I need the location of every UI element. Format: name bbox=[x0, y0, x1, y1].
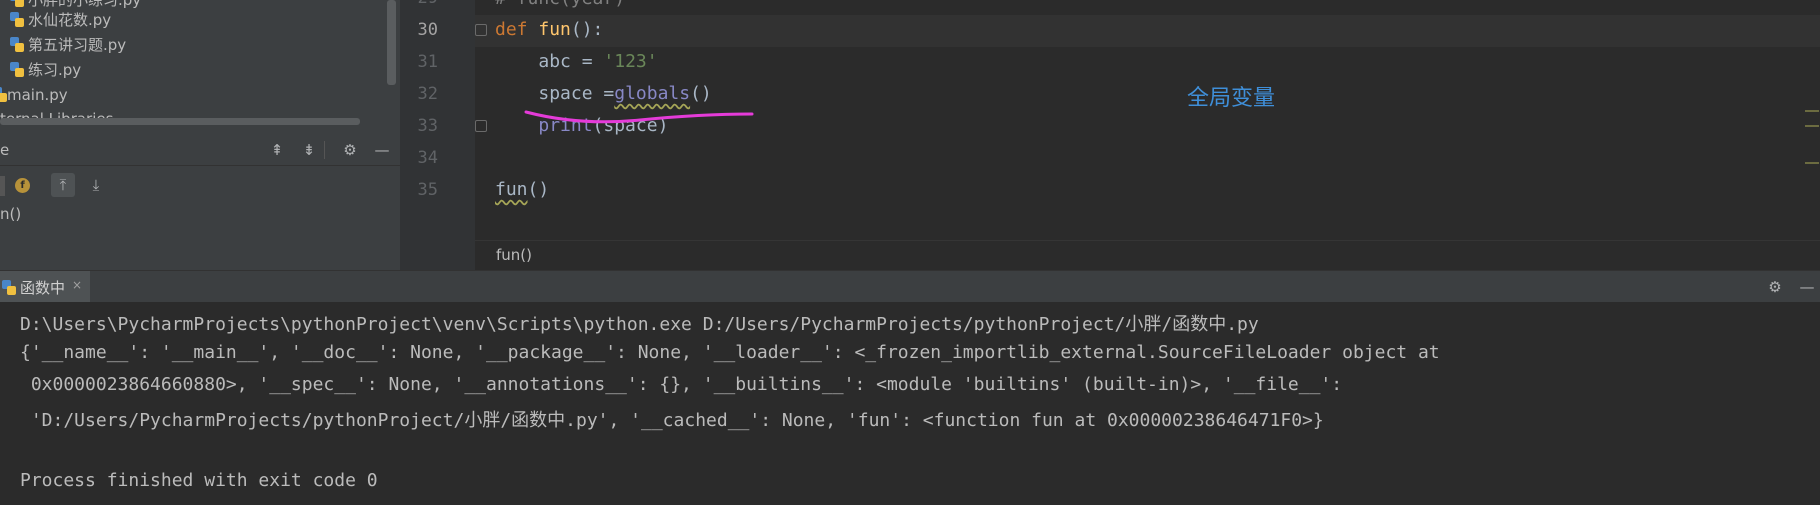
code-line-def: def fun(): bbox=[495, 19, 603, 40]
tree-item-file[interactable]: main.py bbox=[0, 83, 68, 107]
annotation-text: 全局变量 bbox=[1187, 86, 1276, 111]
console-line: {'__name__': '__main__', '__doc__': None… bbox=[20, 342, 1440, 363]
current-line-highlight bbox=[475, 15, 1820, 47]
breadcrumb-bar bbox=[475, 240, 1820, 270]
variable: space bbox=[538, 83, 593, 104]
console-line: D:\Users\PycharmProjects\pythonProject\v… bbox=[20, 314, 1259, 335]
console-line: 0x0000023864660880>, '__spec__': None, '… bbox=[20, 374, 1343, 395]
line-number: 31 bbox=[417, 52, 438, 72]
code-punct: (): bbox=[570, 19, 604, 40]
python-file-icon bbox=[10, 12, 24, 27]
run-console[interactable]: D:\Users\PycharmProjects\pythonProject\v… bbox=[0, 302, 1820, 505]
structure-item[interactable]: n() bbox=[0, 205, 21, 223]
tree-item-label: main.py bbox=[7, 86, 68, 104]
line-number-gutter: 29 30 31 32 33 34 35 bbox=[400, 0, 475, 270]
tree-item-file[interactable]: 练习.py bbox=[10, 58, 82, 82]
python-file-icon bbox=[10, 37, 24, 52]
autoscroll-to-source-icon[interactable]: ⤒ bbox=[51, 173, 75, 197]
tree-item-file[interactable]: 第五讲习题.py bbox=[10, 33, 127, 57]
string-literal: '123' bbox=[603, 51, 658, 72]
function-name: fun bbox=[538, 19, 571, 40]
tree-item-label: 练习.py bbox=[28, 61, 82, 79]
gear-icon[interactable]: ⚙ bbox=[1765, 277, 1785, 297]
breadcrumb[interactable]: fun() bbox=[496, 246, 532, 264]
scrollbar-marker[interactable] bbox=[1805, 110, 1819, 112]
python-file-icon bbox=[2, 280, 16, 295]
tree-item-label: 水仙花数.py bbox=[28, 11, 112, 29]
fold-marker-icon[interactable] bbox=[475, 120, 487, 132]
gear-icon[interactable]: ⚙ bbox=[340, 140, 360, 160]
tree-item-file[interactable]: 水仙花数.py bbox=[10, 8, 112, 32]
run-header: 函数中 × ⚙ — bbox=[0, 270, 1820, 303]
collapse-all-icon[interactable]: ⇟ bbox=[299, 140, 319, 160]
code-line-globals: space =globals() bbox=[538, 83, 712, 104]
line-number: 32 bbox=[417, 84, 438, 104]
autoscroll-from-source-icon[interactable]: ⤓ bbox=[84, 173, 108, 197]
python-file-icon bbox=[0, 87, 7, 102]
minimize-icon[interactable]: — bbox=[1797, 277, 1817, 297]
console-line: Process finished with exit code 0 bbox=[20, 470, 378, 491]
show-functions-icon[interactable]: f bbox=[15, 178, 30, 193]
structure-panel: e ⇞ ⇟ ⚙ — f ⤒ ⤓ n() bbox=[0, 135, 400, 270]
code-line-assign: abc = '123' bbox=[538, 51, 658, 72]
close-icon[interactable]: × bbox=[72, 278, 82, 292]
keyword: def bbox=[495, 19, 528, 40]
minimize-icon[interactable]: — bbox=[372, 140, 392, 160]
header-divider bbox=[324, 141, 325, 159]
variable: abc bbox=[538, 51, 571, 72]
structure-title: e bbox=[0, 141, 10, 159]
run-tab-label: 函数中 bbox=[20, 279, 66, 297]
run-tab[interactable]: 函数中 × bbox=[0, 271, 90, 303]
function-call: fun bbox=[495, 179, 528, 200]
project-tree-panel: 小胖的小练习.py 水仙花数.py 第五讲习题.py 练习.py main.py… bbox=[0, 0, 400, 135]
code-line-call: fun() bbox=[495, 179, 550, 200]
line-number: 30 bbox=[417, 20, 438, 40]
scrollbar-marker[interactable] bbox=[1805, 162, 1819, 164]
expand-all-icon[interactable]: ⇞ bbox=[267, 140, 287, 160]
line-number: 35 bbox=[417, 180, 438, 200]
tree-item-label: 第五讲习题.py bbox=[28, 36, 127, 54]
line-number: 33 bbox=[417, 116, 438, 136]
scrollbar-marker[interactable] bbox=[1805, 125, 1819, 127]
toolbar-edge bbox=[0, 176, 5, 196]
line-number: 29 bbox=[408, 0, 438, 8]
tree-vertical-scrollbar[interactable] bbox=[387, 0, 396, 85]
console-line: 'D:/Users/PycharmProjects/pythonProject/… bbox=[20, 410, 1324, 431]
structure-header: e ⇞ ⇟ ⚙ — bbox=[0, 135, 400, 166]
builtin-call: globals bbox=[614, 83, 691, 104]
code-line-comment: # func(year) bbox=[495, 0, 625, 9]
python-file-icon bbox=[10, 0, 24, 7]
annotation-underline bbox=[524, 110, 754, 124]
fold-marker-icon[interactable] bbox=[475, 24, 487, 36]
line-number: 34 bbox=[417, 148, 438, 168]
python-file-icon bbox=[10, 62, 24, 77]
code-editor[interactable]: 29 30 31 32 33 34 35 # func(year) def fu… bbox=[400, 0, 1820, 270]
tree-horizontal-scrollbar[interactable] bbox=[0, 118, 360, 125]
